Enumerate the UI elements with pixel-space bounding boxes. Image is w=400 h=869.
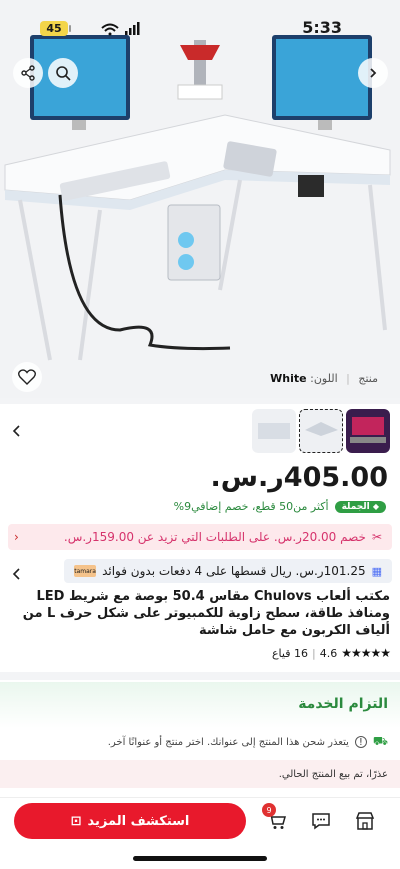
- color-line: منتج | اللون: White: [270, 372, 378, 385]
- search-icon[interactable]: [48, 58, 78, 88]
- clock: 5:33: [302, 18, 342, 37]
- cta-label: استكشف المزيد: [87, 813, 190, 829]
- calendar-icon: ▦: [371, 564, 382, 578]
- color-label: اللون:: [310, 372, 338, 385]
- info-icon: !: [354, 736, 367, 748]
- wholesale-badge: ◆ الجملة: [334, 500, 386, 513]
- divider: [0, 672, 400, 680]
- tamara-logo: tamara: [74, 565, 97, 577]
- divider: [0, 398, 400, 404]
- installments-text: 101.25ر.س. ريال قسطها على 4 دفعات بدون ف…: [102, 564, 366, 578]
- cart-icon[interactable]: 9: [262, 803, 290, 834]
- battery-tip: [69, 25, 71, 32]
- shipping-note: ⛟ ! يتعذر شحن هذا المنتج إلى عنوانك. اخت…: [108, 734, 388, 750]
- heart-icon[interactable]: [12, 362, 42, 392]
- promo-text: خصم 20.00ر.س. على الطلبات التي تزيد عن 1…: [63, 530, 366, 544]
- chevron-left-icon[interactable]: [12, 422, 22, 441]
- home-indicator: [133, 856, 267, 861]
- share-icon[interactable]: [13, 58, 43, 88]
- chat-icon[interactable]: [308, 808, 334, 834]
- service-title: التزام الخدمة: [298, 696, 388, 712]
- coupon-icon: ✂: [371, 530, 382, 544]
- thumbnail-row: [0, 406, 400, 456]
- rating-row[interactable]: ★★★★★ 4.6 | 16 قياع: [271, 646, 391, 660]
- thumbnail-3[interactable]: [346, 409, 390, 453]
- thumbnail-1[interactable]: [252, 409, 296, 453]
- promo-banner[interactable]: ✂ خصم 20.00ر.س. على الطلبات التي تزيد عن…: [8, 524, 392, 550]
- store-icon[interactable]: [352, 808, 378, 834]
- status-bar: 45 5:33: [0, 0, 400, 54]
- truck-icon: ⛟: [372, 734, 388, 748]
- service-section: التزام الخدمة: [0, 682, 400, 728]
- thumbnail-2[interactable]: [299, 409, 343, 453]
- product-title: مكتب ألعاب Chulovs مقاس 50.4 بوصة مع شري…: [22, 589, 390, 638]
- sold-out-note: عذرًا، تم بيع المنتج الحالي.: [0, 760, 400, 788]
- chevron-left-icon[interactable]: [12, 565, 22, 584]
- wholesale-offer: ◆ الجملة أكثر من50 قطع، خصم إضافي9%: [174, 500, 386, 513]
- wholesale-badge-label: الجملة: [341, 501, 370, 512]
- rating-score: 4.6: [319, 646, 338, 660]
- wholesale-text: أكثر من50 قطع، خصم إضافي9%: [173, 500, 329, 513]
- scan-icon: ⊡: [70, 813, 82, 829]
- battery-indicator: 45: [40, 21, 68, 36]
- bottom-action-bar: استكشف المزيد ⊡ 9: [0, 797, 400, 869]
- shipping-note-text: يتعذر شحن هذا المنتج إلى عنوانك. اختر من…: [107, 736, 349, 748]
- explore-more-button[interactable]: استكشف المزيد ⊡: [14, 803, 246, 839]
- installments-banner[interactable]: ▦ 101.25ر.س. ريال قسطها على 4 دفعات بدون…: [64, 559, 392, 583]
- cart-badge: 9: [262, 803, 276, 817]
- star-rating-icon: ★★★★★: [341, 646, 391, 660]
- chevron-right-icon[interactable]: [358, 58, 388, 88]
- product-label: منتج: [358, 372, 378, 385]
- hero-footer: منتج | اللون: White: [0, 362, 400, 392]
- chevron-left-icon: ‹: [14, 530, 19, 544]
- reviews-count: 16 قياع: [271, 646, 308, 660]
- product-price: 405.00ر.س.: [210, 462, 388, 493]
- color-value: White: [270, 372, 307, 385]
- wifi-signal-icon: [101, 22, 140, 36]
